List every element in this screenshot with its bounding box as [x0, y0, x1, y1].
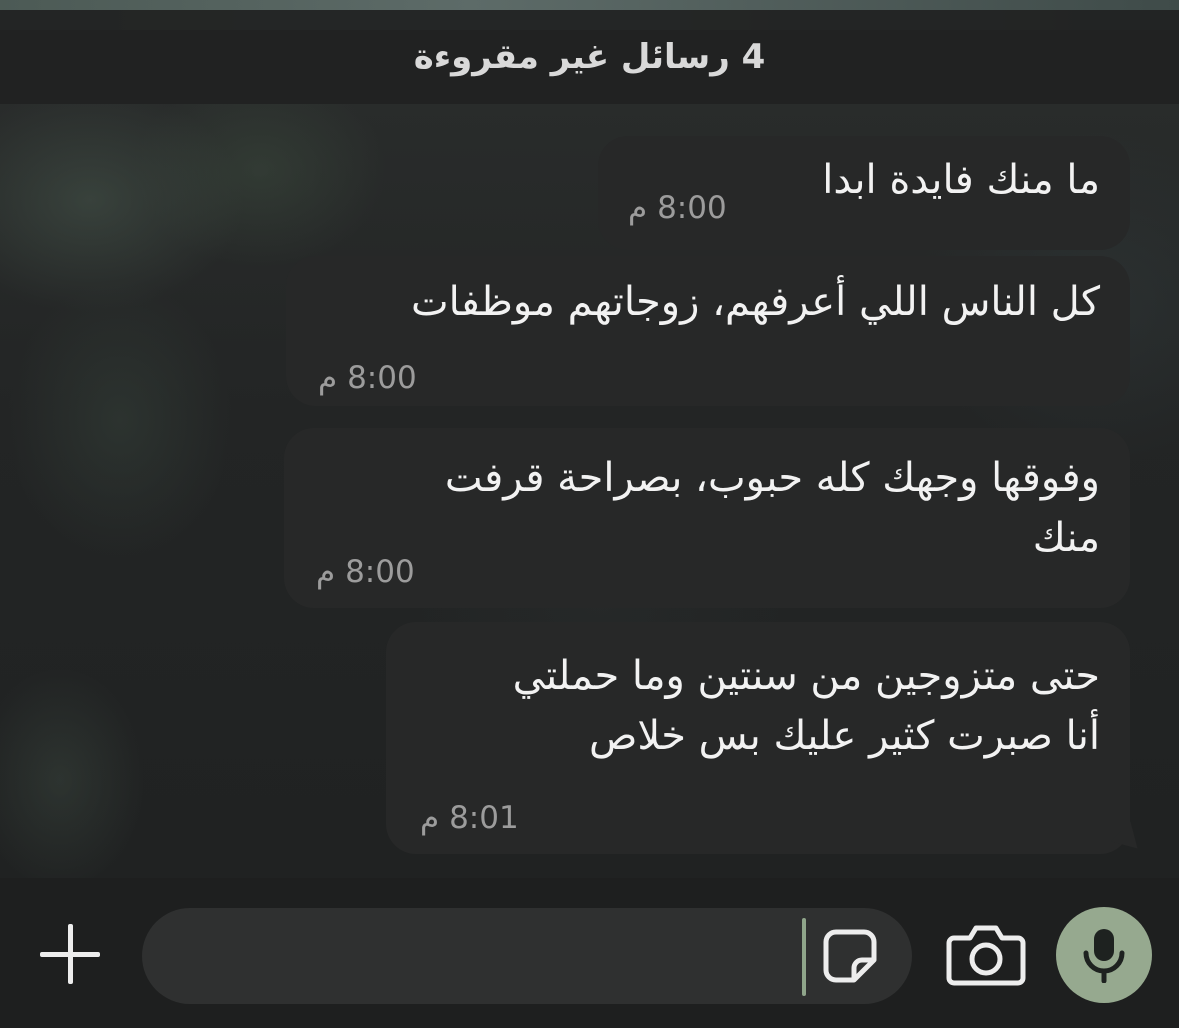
unread-messages-banner: 4 رسائل غير مقروءة: [0, 10, 1179, 104]
message-time: 8:00 م: [628, 190, 727, 226]
message-bubble[interactable]: كل الناس اللي أعرفهم، زوجاتهم موظفات 8:0…: [286, 256, 1130, 406]
unread-count-label: 4 رسائل غير مقروءة: [413, 37, 766, 77]
microphone-icon: [1083, 929, 1125, 983]
message-text: حتى متزوجين من سنتين وما حملتي أنا صبرت …: [512, 653, 1100, 759]
message-text: وفوقها وجهك كله حبوب، بصراحة قرفت منك: [444, 455, 1100, 561]
message-time: 8:00 م: [316, 554, 415, 590]
voice-record-button[interactable]: [1056, 907, 1152, 1003]
message-text: كل الناس اللي أعرفهم، زوجاتهم موظفات: [410, 279, 1100, 325]
chat-screen: 4 رسائل غير مقروءة ما منك فايدة ابدا 8:0…: [0, 0, 1179, 1028]
message-input[interactable]: [142, 908, 912, 1004]
message-bubble[interactable]: ما منك فايدة ابدا 8:00 م: [598, 136, 1130, 250]
message-time: 8:01 م: [420, 800, 519, 836]
sticker-icon[interactable]: [820, 926, 880, 986]
text-cursor: [802, 918, 806, 996]
message-time: 8:00 م: [318, 360, 417, 396]
plus-icon[interactable]: [38, 922, 102, 986]
message-text: ما منك فايدة ابدا: [822, 157, 1100, 203]
message-bubble[interactable]: وفوقها وجهك كله حبوب، بصراحة قرفت منك 8:…: [284, 428, 1130, 608]
camera-icon[interactable]: [946, 922, 1026, 986]
message-bubble[interactable]: حتى متزوجين من سنتين وما حملتي أنا صبرت …: [386, 622, 1130, 854]
